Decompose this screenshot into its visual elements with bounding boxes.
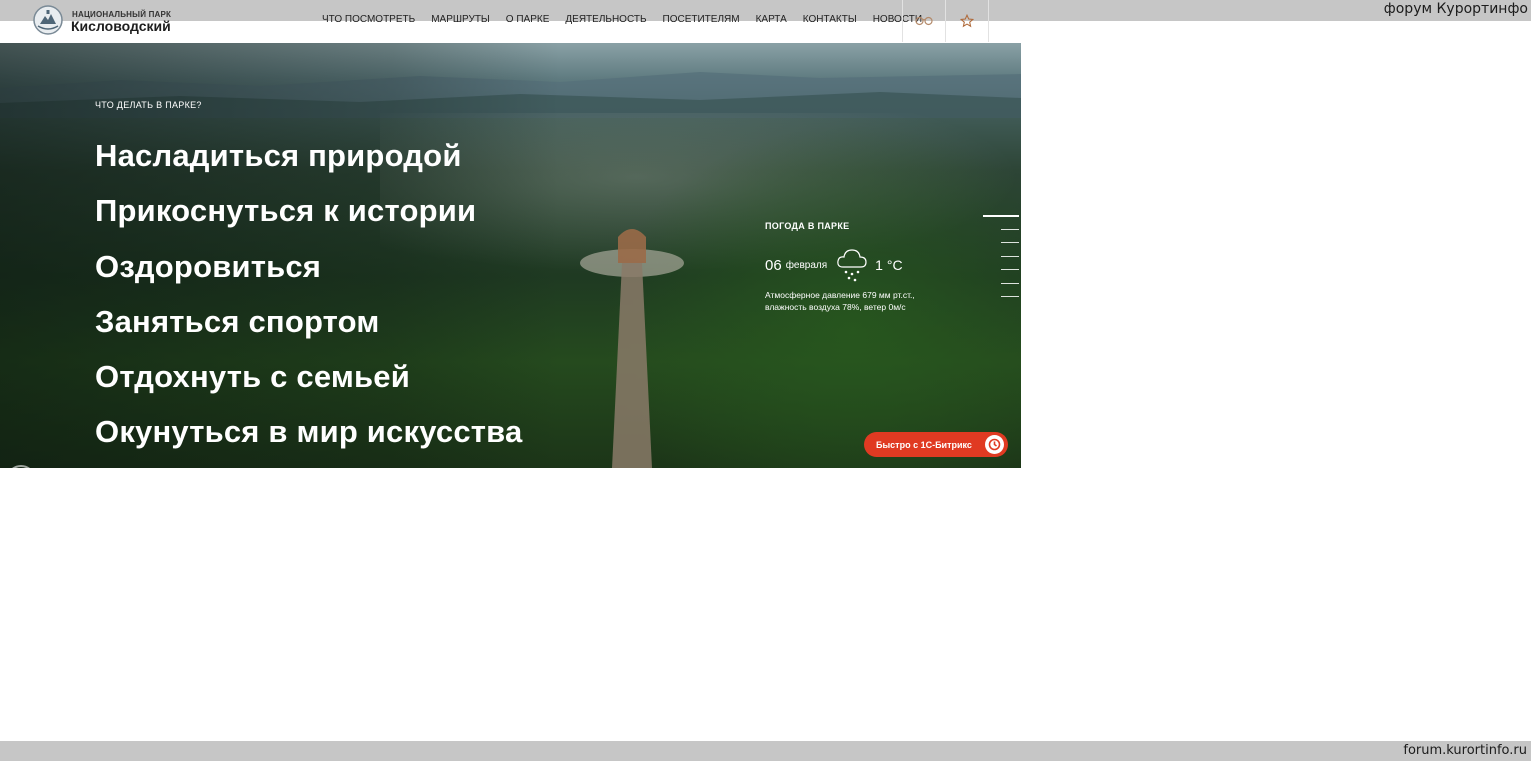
hero-link-family[interactable]: Отдохнуть с семьей [95,349,522,404]
slider-dot[interactable] [1001,256,1019,257]
favorites-button[interactable] [946,0,988,42]
slider-dot[interactable] [1001,283,1019,284]
nav-item-what-to-see[interactable]: ЧТО ПОСМОТРЕТЬ [322,14,415,25]
hero-link-health[interactable]: Оздоровиться [95,239,522,294]
bottom-watermark-strip [0,741,1531,761]
hero-link-history[interactable]: Прикоснуться к истории [95,183,522,238]
nav-item-activities[interactable]: ДЕЯТЕЛЬНОСТЬ [565,14,646,25]
weather-row: 06 февраля 1 °C [765,247,965,283]
accessibility-button[interactable] [903,0,945,42]
brand-name[interactable]: Кисловодский [71,18,171,34]
hero-activity-list: Насладиться природой Прикоснуться к исто… [95,128,522,460]
slider-dot-active[interactable] [983,215,1019,217]
slider-dot[interactable] [1001,269,1019,270]
hero-link-nature[interactable]: Насладиться природой [95,128,522,183]
weather-humidity-line: влажность воздуха 78%, ветер 0м/с [765,302,906,312]
main-nav: ЧТО ПОСМОТРЕТЬ МАРШРУТЫ О ПАРКЕ ДЕЯТЕЛЬН… [322,14,938,25]
bitrix-badge-button[interactable]: Быстро с 1С-Битрикс [864,432,1008,457]
slider-dot[interactable] [1001,296,1019,297]
weather-month: февраля [785,259,828,271]
slider-dot[interactable] [1001,229,1019,230]
hero-link-art[interactable]: Окунуться в мир искусства [95,404,522,459]
top-watermark-text: форум Курортинфо [1383,1,1528,17]
weather-pressure-line: Атмосферное давление 679 мм рт.ст., [765,290,915,300]
bitrix-speed-icon [985,435,1004,454]
slider-dot[interactable] [1001,242,1019,243]
weather-title: ПОГОДА В ПАРКЕ [765,221,850,231]
logo-emblem-icon[interactable] [32,4,64,36]
weather-day: 06 [765,256,782,274]
nav-item-map[interactable]: КАРТА [756,14,787,25]
nav-item-routes[interactable]: МАРШРУТЫ [431,14,490,25]
nav-item-contacts[interactable]: КОНТАКТЫ [803,14,857,25]
hero-link-sport[interactable]: Заняться спортом [95,294,522,349]
glasses-icon [915,16,933,26]
weather-widget: ПОГОДА В ПАРКЕ 06 февраля 1 °C Атмосферн… [765,221,965,312]
bottom-watermark-text: forum.kurortinfo.ru [1403,743,1527,758]
nav-item-visitors[interactable]: ПОСЕТИТЕЛЯМ [663,14,740,25]
site-header: НАЦИОНАЛЬНЫЙ ПАРК Кисловодский ЧТО ПОСМО… [0,0,1021,43]
hero-walkway [580,229,684,468]
snow-cloud-icon [837,249,867,282]
hero-kicker: ЧТО ДЕЛАТЬ В ПАРКЕ? [95,100,202,110]
star-icon [960,14,974,28]
weather-details: Атмосферное давление 679 мм рт.ст., влаж… [765,289,965,313]
nav-divider [988,0,989,42]
bitrix-badge-label: Быстро с 1С-Битрикс [876,439,972,450]
weather-temperature: 1 °C [875,257,903,273]
hero-banner: ЧТО ДЕЛАТЬ В ПАРКЕ? Насладиться природой… [0,43,1021,468]
slider-navigation [983,215,1021,305]
nav-item-about[interactable]: О ПАРКЕ [506,14,550,25]
